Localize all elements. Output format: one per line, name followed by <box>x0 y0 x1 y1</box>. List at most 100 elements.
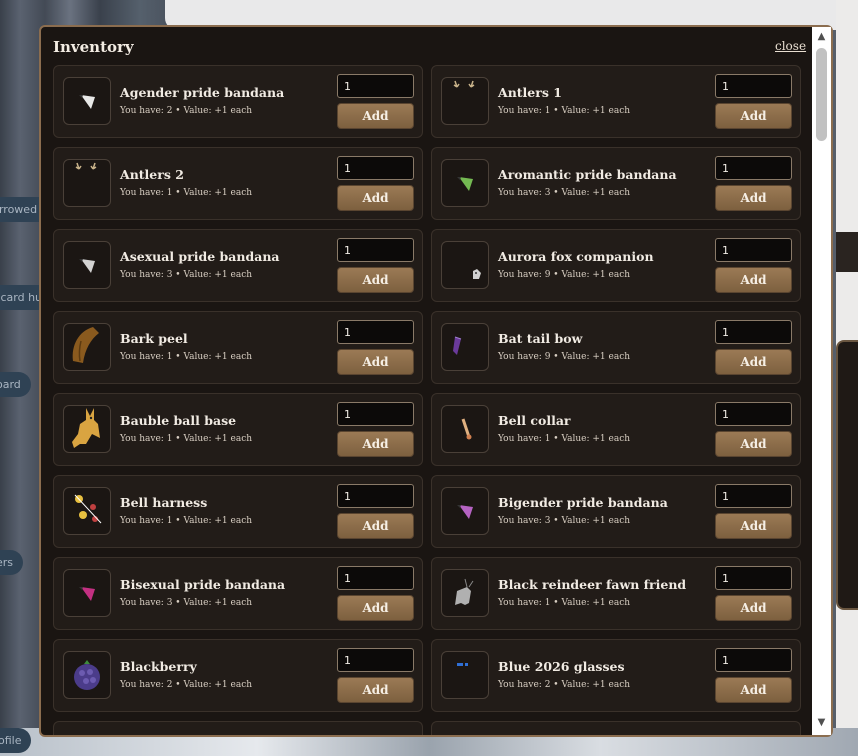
inventory-item-card: Bell harness You have: 1 • Value: +1 eac… <box>53 475 423 548</box>
bow-icon <box>445 325 485 369</box>
inventory-item-card: Bell collar You have: 1 • Value: +1 each… <box>431 393 801 466</box>
item-meta: You have: 1 • Value: +1 each <box>120 188 253 198</box>
item-thumbnail <box>63 241 111 289</box>
item-thumbnail <box>63 323 111 371</box>
scrollbar-thumb[interactable] <box>816 48 827 141</box>
item-thumbnail <box>63 487 111 535</box>
add-button[interactable]: Add <box>337 267 414 293</box>
quantity-input[interactable] <box>715 320 792 344</box>
item-name: Bauble ball base <box>120 413 237 428</box>
add-button[interactable]: Add <box>715 513 792 539</box>
add-button[interactable]: Add <box>337 349 414 375</box>
inventory-modal: Inventory close Agender pride bandana Yo… <box>39 25 833 737</box>
item-meta: You have: 1 • Value: +1 each <box>120 434 253 444</box>
add-button[interactable]: Add <box>715 431 792 457</box>
inventory-item-card: Aurora fox companion You have: 9 • Value… <box>431 229 801 302</box>
item-meta: You have: 3 • Value: +1 each <box>498 188 631 198</box>
item-meta: You have: 9 • Value: +1 each <box>498 352 631 362</box>
background-right-bar <box>836 232 858 272</box>
quantity-input[interactable] <box>337 402 414 426</box>
add-button[interactable]: Add <box>337 677 414 703</box>
scroll-down-arrow[interactable]: ▼ <box>814 716 829 730</box>
item-name: Bisexual pride bandana <box>120 577 286 592</box>
blackberry-icon <box>66 652 108 698</box>
item-name: Blackberry <box>120 659 197 674</box>
item-meta: You have: 1 • Value: +1 each <box>498 598 631 608</box>
item-meta: You have: 2 • Value: +1 each <box>120 680 253 690</box>
add-button[interactable]: Add <box>715 349 792 375</box>
item-thumbnail <box>441 159 489 207</box>
quantity-input[interactable] <box>337 484 414 508</box>
scroll-up-arrow[interactable]: ▲ <box>814 30 829 44</box>
quantity-input[interactable] <box>337 566 414 590</box>
item-thumbnail <box>63 405 111 453</box>
item-meta: You have: 1 • Value: +1 each <box>120 516 253 526</box>
close-link[interactable]: close <box>775 39 806 53</box>
item-thumbnail <box>441 77 489 125</box>
add-button[interactable]: Add <box>715 677 792 703</box>
add-button[interactable]: Add <box>337 513 414 539</box>
item-meta: You have: 2 • Value: +1 each <box>498 680 631 690</box>
golden-fox-icon <box>64 406 110 452</box>
quantity-input[interactable] <box>337 648 414 672</box>
add-button[interactable]: Add <box>337 595 414 621</box>
item-name: Black reindeer fawn friend <box>498 577 687 592</box>
inventory-item-card: Agender pride bandana You have: 2 • Valu… <box>53 65 423 138</box>
antlers-icon <box>67 161 107 205</box>
add-button[interactable]: Add <box>715 185 792 211</box>
item-meta: You have: 1 • Value: +1 each <box>120 352 253 362</box>
quantity-input[interactable] <box>715 238 792 262</box>
quantity-input[interactable] <box>337 74 414 98</box>
inventory-item-card-partial <box>431 721 801 735</box>
inventory-item-card: Asexual pride bandana You have: 3 • Valu… <box>53 229 423 302</box>
fox-icon <box>443 242 487 288</box>
item-thumbnail <box>441 241 489 289</box>
item-name: Bell collar <box>498 413 571 428</box>
quantity-input[interactable] <box>715 156 792 180</box>
item-name: Antlers 1 <box>498 85 562 100</box>
add-button[interactable]: Add <box>337 431 414 457</box>
add-button[interactable]: Add <box>337 103 414 129</box>
quantity-input[interactable] <box>715 74 792 98</box>
quantity-input[interactable] <box>337 238 414 262</box>
item-meta: You have: 3 • Value: +1 each <box>120 270 253 280</box>
item-name: Bark peel <box>120 331 188 346</box>
quantity-input[interactable] <box>715 484 792 508</box>
inventory-item-card: Bigender pride bandana You have: 3 • Val… <box>431 475 801 548</box>
item-thumbnail <box>441 651 489 699</box>
bandana-icon <box>69 81 105 121</box>
quantity-input[interactable] <box>337 156 414 180</box>
quantity-input[interactable] <box>715 566 792 590</box>
item-thumbnail <box>63 159 111 207</box>
inventory-item-card: Bisexual pride bandana You have: 3 • Val… <box>53 557 423 630</box>
quantity-input[interactable] <box>715 402 792 426</box>
antlers-icon <box>445 79 485 123</box>
item-name: Aromantic pride bandana <box>498 167 677 182</box>
item-name: Asexual pride bandana <box>120 249 280 264</box>
item-meta: You have: 2 • Value: +1 each <box>120 106 253 116</box>
inventory-item-card: Antlers 1 You have: 1 • Value: +1 each A… <box>431 65 801 138</box>
item-thumbnail <box>441 569 489 617</box>
item-meta: You have: 1 • Value: +1 each <box>498 434 631 444</box>
quantity-input[interactable] <box>337 320 414 344</box>
item-thumbnail <box>63 569 111 617</box>
add-button[interactable]: Add <box>337 185 414 211</box>
item-meta: You have: 3 • Value: +1 each <box>498 516 631 526</box>
inventory-item-card: Bat tail bow You have: 9 • Value: +1 eac… <box>431 311 801 384</box>
item-name: Bigender pride bandana <box>498 495 668 510</box>
background-pill: oard <box>0 372 31 397</box>
item-meta: You have: 1 • Value: +1 each <box>498 106 631 116</box>
quantity-input[interactable] <box>715 648 792 672</box>
item-name: Blue 2026 glasses <box>498 659 625 674</box>
inventory-item-card: Bark peel You have: 1 • Value: +1 each A… <box>53 311 423 384</box>
add-button[interactable]: Add <box>715 103 792 129</box>
item-thumbnail <box>441 405 489 453</box>
item-meta: You have: 3 • Value: +1 each <box>120 598 253 608</box>
item-thumbnail <box>441 487 489 535</box>
bandana-icon <box>69 573 105 613</box>
add-button[interactable]: Add <box>715 595 792 621</box>
inventory-item-card-partial <box>53 721 423 735</box>
background-pill: ofile <box>0 728 32 753</box>
bark-icon <box>65 324 109 370</box>
add-button[interactable]: Add <box>715 267 792 293</box>
